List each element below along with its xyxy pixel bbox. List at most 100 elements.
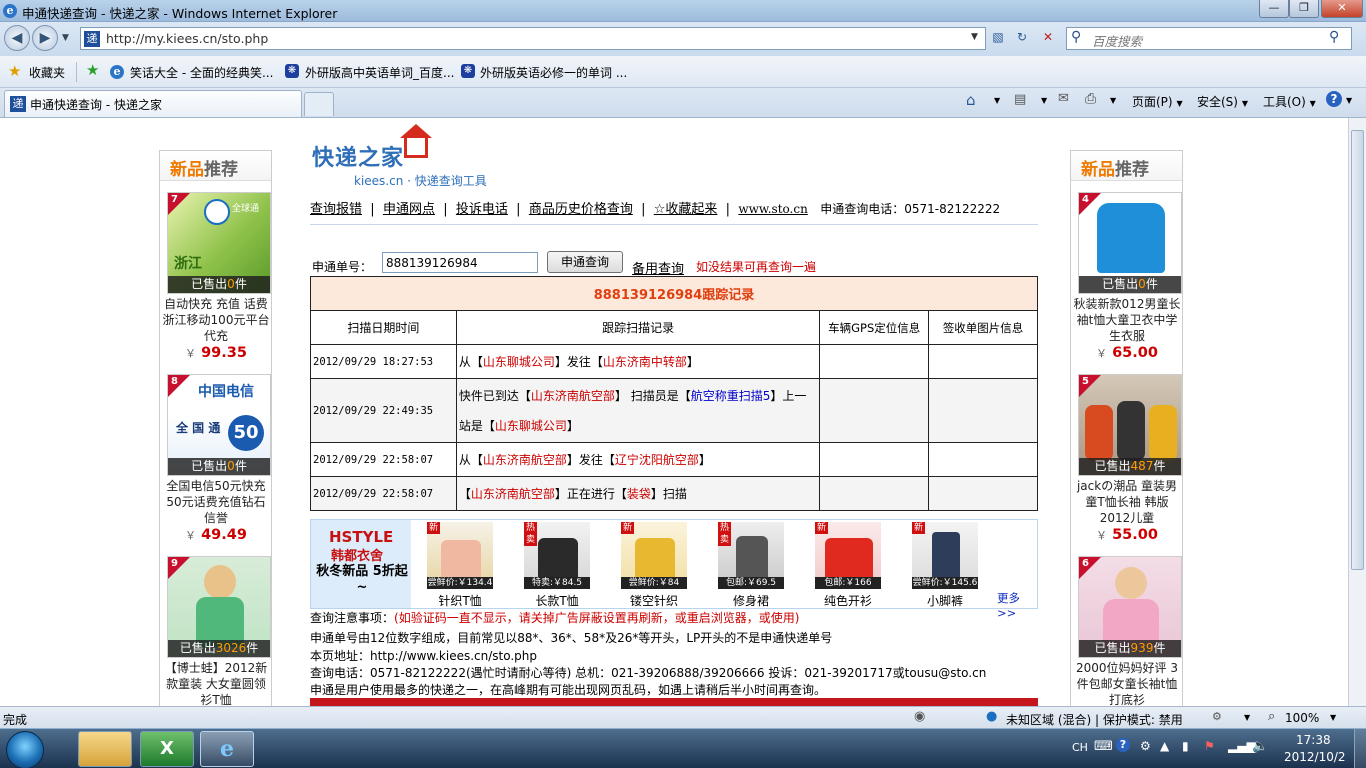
query-label: 申通单号： <box>312 260 373 274</box>
keyboard-icon[interactable]: ⌨ <box>1094 739 1113 754</box>
volume-icon[interactable]: 🔈 <box>1252 739 1268 754</box>
maximize-button[interactable]: ❐ <box>1289 0 1319 18</box>
print-icon[interactable]: ⎙ <box>1085 91 1096 107</box>
print-dropdown-icon[interactable]: ▼ <box>1110 96 1116 105</box>
tab-active[interactable]: 递 申通快递查询 - 快递之家 <box>4 90 302 117</box>
site-logo[interactable]: 快递之家 <box>312 140 404 172</box>
clock-date[interactable]: 2012/10/2 <box>1284 750 1346 764</box>
product-image[interactable]: 5 已售出487件 <box>1078 374 1182 476</box>
product-image[interactable]: 4 已售出0件 <box>1078 192 1182 294</box>
product-image[interactable]: 中国电信 全 国 通 50 8 已售出0件 <box>167 374 271 476</box>
addons-dropdown-icon[interactable]: ▼ <box>1244 713 1250 722</box>
refresh-icon[interactable]: ↻ <box>1012 27 1032 48</box>
product-name[interactable]: 全国电信50元快充50元话费充值钻石信誉 <box>161 478 271 526</box>
notes-line-1: 查询注意事项：(如验证码一直不显示，请关掉广告屏蔽设置再刷新，或重启浏览器，或使… <box>310 609 799 626</box>
favorite-link-3[interactable]: 外研版英语必修一的单词 ... <box>480 64 627 81</box>
excel-taskbar-icon[interactable]: X <box>140 731 194 767</box>
help-icon[interactable]: ? <box>1326 91 1342 107</box>
action-center-icon[interactable]: ⚑ <box>1204 739 1215 753</box>
show-desktop-button[interactable] <box>1354 729 1366 768</box>
sold-count: 已售出3026件 <box>168 640 270 657</box>
add-favorite-icon[interactable]: ★ <box>86 61 99 79</box>
ie-taskbar-icon[interactable]: e <box>200 731 254 767</box>
scrollbar-thumb[interactable] <box>1351 130 1364 570</box>
nav-branches[interactable]: 申通网点 <box>383 202 435 217</box>
ad-banner[interactable]: HSTYLE 韩都衣舍 秋冬新品 5折起~ 新 尝鲜价:￥134.4 针织T恤 … <box>310 519 1038 620</box>
product-image[interactable]: 9 已售出3026件 <box>167 556 271 658</box>
product-image[interactable]: 6 已售出939件 <box>1078 556 1182 658</box>
station-link[interactable]: 山东济南航空部 <box>531 389 615 403</box>
address-url[interactable]: http://my.kiees.cn/sto.php <box>106 31 268 46</box>
scanner-link[interactable]: 航空称重扫描5 <box>691 389 771 403</box>
station-link[interactable]: 山东聊城公司 <box>483 355 555 369</box>
search-box[interactable]: ⚲ 百度搜索 ⚲ <box>1066 27 1352 50</box>
query-button[interactable]: 申通查询 <box>547 251 623 273</box>
station-link[interactable]: 装袋 <box>627 487 651 501</box>
mail-icon[interactable]: ✉ <box>1058 91 1069 106</box>
station-link[interactable]: 山东聊城公司 <box>495 419 567 433</box>
show-hidden-icons[interactable]: ▲ <box>1160 739 1169 753</box>
clock-time[interactable]: 17:38 <box>1296 733 1331 747</box>
search-provider-icon[interactable]: ⚲ <box>1071 29 1081 45</box>
ad-item-tag: 新 <box>621 522 635 534</box>
favorites-button[interactable]: 收藏夹 <box>29 64 65 81</box>
help-tray-icon[interactable]: ? <box>1116 738 1130 752</box>
stop-icon[interactable]: ✕ <box>1038 27 1058 48</box>
bottom-banner[interactable] <box>310 698 1038 706</box>
product-name[interactable]: 秋装新款012男童长袖t恤大童卫衣中学生衣服 <box>1072 296 1182 344</box>
back-button[interactable]: ◀ <box>4 25 30 51</box>
forward-button[interactable]: ▶ <box>32 25 58 51</box>
privacy-icon[interactable]: ◉ <box>914 709 925 724</box>
nav-complaint-phone[interactable]: 投诉电话 <box>456 202 508 217</box>
vertical-scrollbar[interactable] <box>1348 118 1366 706</box>
product-name[interactable]: 2000位妈妈好评 3件包邮女童长袖t恤打底衫 <box>1072 660 1182 706</box>
station-link[interactable]: 山东济南航空部 <box>471 487 555 501</box>
safety-menu[interactable]: 安全(S) ▼ <box>1197 93 1248 110</box>
ad-more-link[interactable]: 更多>> <box>997 590 1037 620</box>
favorite-link-2[interactable]: 外研版高中英语单词_百度... <box>305 64 454 81</box>
compatibility-view-icon[interactable]: ▧ <box>988 27 1008 48</box>
favorite-link-1[interactable]: 笑话大全 - 全面的经典笑... <box>130 64 273 81</box>
product-name[interactable]: 【博士蛙】2012新款童装 大女童圆领衫T恤 <box>161 660 271 706</box>
tracking-number-input[interactable] <box>382 252 538 273</box>
receipt-cell <box>928 442 1038 477</box>
backup-query-link[interactable]: 备用查询 <box>632 258 684 277</box>
address-dropdown-icon[interactable]: ▼ <box>971 32 978 42</box>
zoom-icon[interactable]: ⌕ <box>1268 709 1275 724</box>
address-bar[interactable]: 递 http://my.kiees.cn/sto.php ▼ <box>80 27 986 50</box>
nav-sto-site[interactable]: www.sto.cn <box>738 202 807 216</box>
product-name[interactable]: 自动快充 充值 话费浙江移动100元平台代充 <box>161 296 271 344</box>
record-text: 】 <box>698 453 711 467</box>
device-tray-icon[interactable]: ▮ <box>1182 739 1189 753</box>
product-name[interactable]: jackの潮品 童装男童T恤长袖 韩版2012儿童 <box>1072 478 1182 526</box>
history-dropdown-icon[interactable]: ▼ <box>62 33 69 43</box>
product-image[interactable]: 全球通 浙江 7 已售出0件 <box>167 192 271 294</box>
minimize-button[interactable]: — <box>1259 0 1289 18</box>
add-ons-icon[interactable]: ⚙ <box>1212 710 1222 723</box>
explorer-taskbar-icon[interactable] <box>78 731 132 767</box>
new-tab-button[interactable] <box>304 92 334 116</box>
tray-settings-icon[interactable]: ⚙ <box>1140 739 1151 753</box>
feeds-icon[interactable]: ▤ <box>1014 92 1026 107</box>
zoom-level[interactable]: 100% <box>1285 711 1319 725</box>
station-link[interactable]: 辽宁沈阳航空部 <box>615 453 699 467</box>
nav-report-error[interactable]: 查询报错 <box>310 202 362 217</box>
gps-cell <box>819 344 930 379</box>
home-dropdown-icon[interactable]: ▼ <box>994 96 1000 105</box>
tools-menu[interactable]: 工具(O) ▼ <box>1263 93 1316 110</box>
security-zone[interactable]: 未知区域 (混合) | 保护模式: 禁用 <box>1006 711 1183 728</box>
start-button[interactable] <box>6 731 44 768</box>
nav-bookmark[interactable]: ☆收藏起来 <box>654 202 718 217</box>
home-icon[interactable]: ⌂ <box>966 91 976 109</box>
feeds-dropdown-icon[interactable]: ▼ <box>1041 96 1047 105</box>
zoom-dropdown-icon[interactable]: ▼ <box>1330 713 1336 722</box>
record-text: 从【 <box>458 355 483 369</box>
station-link[interactable]: 山东济南中转部 <box>603 355 687 369</box>
close-button[interactable]: ✕ <box>1321 0 1363 18</box>
help-dropdown-icon[interactable]: ▼ <box>1346 96 1352 105</box>
station-link[interactable]: 山东济南航空部 <box>483 453 567 467</box>
search-icon[interactable]: ⚲ <box>1329 29 1339 45</box>
page-menu[interactable]: 页面(P) ▼ <box>1132 93 1183 110</box>
nav-price-history[interactable]: 商品历史价格查询 <box>529 202 633 217</box>
language-indicator[interactable]: CH <box>1072 741 1088 754</box>
